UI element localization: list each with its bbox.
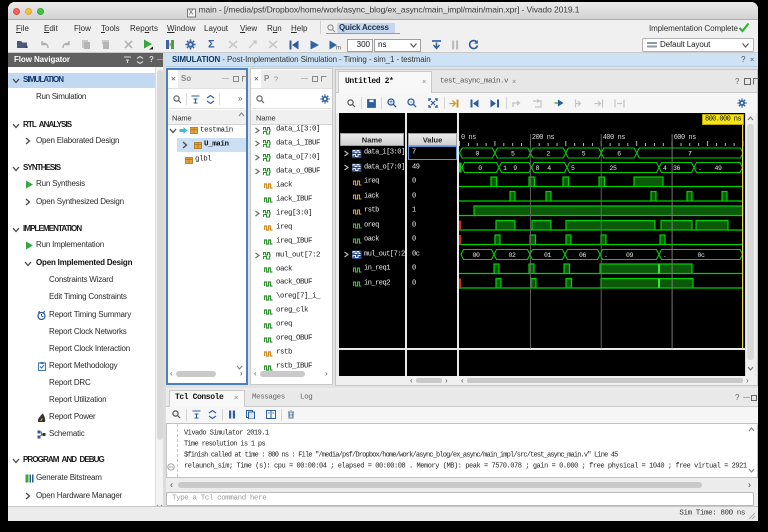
- svg-text:.: .: [698, 165, 702, 172]
- svg-text:+: +: [389, 100, 393, 106]
- svg-text:7: 7: [688, 150, 692, 157]
- svg-text:36: 36: [673, 165, 681, 172]
- svg-text:0: 0: [478, 165, 482, 172]
- svg-text:.: .: [604, 252, 608, 259]
- svg-text:49: 49: [714, 165, 722, 172]
- svg-text:6: 6: [617, 150, 621, 157]
- svg-text:m: m: [336, 45, 341, 50]
- svg-text:.: .: [663, 252, 667, 259]
- svg-text:5: 5: [582, 150, 586, 157]
- svg-text:2: 2: [546, 150, 550, 157]
- svg-text:5: 5: [511, 150, 515, 157]
- svg-text:200 ns: 200 ns: [532, 134, 555, 142]
- svg-text:-: -: [410, 100, 412, 106]
- svg-text:0c: 0c: [697, 252, 705, 259]
- svg-text:4: 4: [663, 165, 667, 172]
- svg-text:1: 1: [503, 165, 507, 172]
- svg-text:600 ns: 600 ns: [674, 134, 697, 142]
- svg-text:0: 0: [475, 150, 479, 157]
- svg-text:25: 25: [609, 165, 617, 172]
- svg-text:8: 8: [536, 165, 540, 172]
- svg-text:01: 01: [544, 252, 552, 259]
- svg-text:00: 00: [472, 252, 480, 259]
- svg-text:02: 02: [508, 252, 516, 259]
- svg-text:4: 4: [547, 165, 551, 172]
- svg-text:09: 09: [626, 252, 634, 259]
- svg-text:0 ns: 0 ns: [461, 134, 476, 142]
- svg-text:400 ns: 400 ns: [603, 134, 626, 142]
- svg-text:9: 9: [513, 165, 517, 172]
- svg-text:06: 06: [579, 252, 587, 259]
- svg-text:5: 5: [571, 165, 575, 172]
